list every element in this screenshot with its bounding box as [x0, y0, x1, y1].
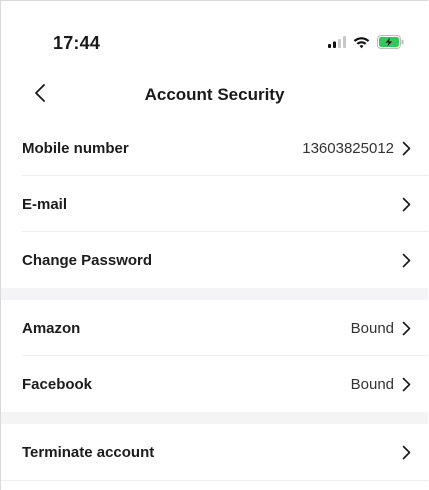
row-label: Facebook — [22, 375, 93, 393]
wifi-icon — [353, 36, 370, 49]
status-time: 17:44 — [53, 33, 101, 53]
chevron-right-icon — [400, 376, 412, 392]
mobile-number-row[interactable]: Mobile number 13603825012 — [1, 120, 428, 176]
chevron-right-icon — [400, 320, 412, 336]
section-divider — [1, 288, 428, 300]
nav-bar: Account Security — [1, 75, 428, 115]
chevron-right-icon — [400, 252, 412, 268]
row-label: Terminate account — [22, 443, 155, 461]
mobile-number-value: 13603825012 — [302, 139, 394, 157]
account-security-screen: 17:44 Account Security Mobile number 136… — [0, 0, 428, 490]
amazon-status: Bound — [350, 319, 394, 337]
list-bottom-divider — [1, 480, 428, 481]
facebook-row[interactable]: Facebook Bound — [1, 356, 428, 412]
facebook-status: Bound — [350, 375, 394, 393]
change-password-row[interactable]: Change Password — [1, 232, 428, 288]
battery-charging-icon — [377, 35, 404, 49]
chevron-right-icon — [400, 196, 412, 212]
amazon-row[interactable]: Amazon Bound — [1, 300, 428, 356]
terminate-account-row[interactable]: Terminate account — [1, 424, 428, 480]
chevron-right-icon — [400, 444, 412, 460]
row-label: Change Password — [22, 251, 153, 269]
section-divider — [1, 412, 428, 424]
settings-list: Mobile number 13603825012 E-mail Change … — [1, 120, 428, 481]
status-icons — [328, 34, 404, 50]
row-label: Mobile number — [22, 139, 129, 157]
row-label: E-mail — [22, 195, 68, 213]
row-label: Amazon — [22, 319, 81, 337]
chevron-right-icon — [400, 140, 412, 156]
signal-icon — [328, 36, 346, 48]
email-row[interactable]: E-mail — [1, 176, 428, 232]
page-title: Account Security — [144, 85, 285, 104]
status-bar: 17:44 — [1, 1, 428, 59]
